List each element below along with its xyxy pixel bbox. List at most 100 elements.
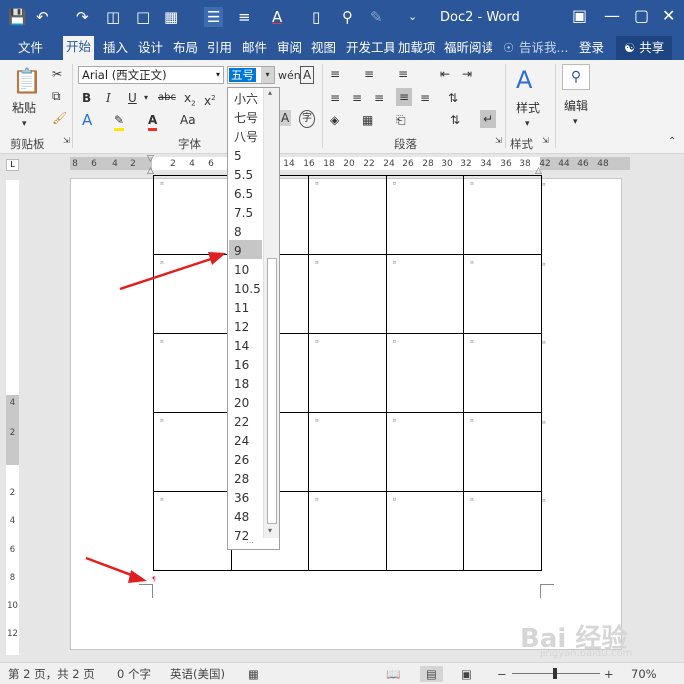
tab-review[interactable]: 审阅	[277, 39, 302, 57]
minimize-icon[interactable]: —	[604, 6, 620, 25]
tab-foxit[interactable]: 福昕阅读	[444, 39, 492, 57]
font-size-option[interactable]: 36	[234, 490, 249, 506]
multilevel-list-icon[interactable]: ≡	[398, 66, 408, 82]
font-color-icon[interactable]: A	[148, 112, 158, 131]
styles-icon[interactable]: A	[516, 66, 532, 94]
word-count[interactable]: 0 个字	[117, 666, 151, 682]
tab-layout[interactable]: 布局	[173, 39, 198, 57]
table-cell[interactable]: ¤	[463, 254, 542, 334]
paste-icon[interactable]: 📋	[12, 68, 42, 94]
bullets-icon[interactable]: ≡	[330, 66, 340, 82]
table-cell[interactable]: ¤	[463, 491, 542, 571]
table-cell[interactable]: ¤	[385, 412, 464, 492]
font-size-option[interactable]: 5	[234, 148, 242, 164]
enclose-char-icon[interactable]: 字	[299, 110, 315, 128]
align-right-icon[interactable]: ≡	[374, 90, 384, 106]
page-count[interactable]: 第 2 页，共 2 页	[8, 666, 95, 682]
zoom-in-icon[interactable]: +	[604, 666, 614, 682]
language[interactable]: 英语(美国)	[170, 666, 225, 682]
font-size-option[interactable]: 11	[234, 300, 249, 316]
tab-file[interactable]: 文件	[18, 39, 43, 57]
char-border-icon[interactable]: A	[300, 66, 315, 84]
scroll-up-icon[interactable]: ▴	[268, 88, 272, 97]
table-cell[interactable]: ¤	[153, 333, 232, 413]
table-cell[interactable]: ¤	[308, 491, 387, 571]
table-cell[interactable]: ¤	[153, 412, 232, 492]
change-case-icon[interactable]: Aa	[180, 112, 196, 128]
superscript-icon[interactable]: x2	[204, 90, 216, 109]
zoom-out-icon[interactable]: −	[497, 666, 507, 682]
scrollbar[interactable]: ▴ ▾	[263, 88, 279, 538]
font-size-dropdown-list[interactable]: 小六 七号 八号 5 5.5 6.5 7.5 8 9 10 10.5 11 12 14 16 18 20 22 24…	[227, 87, 280, 550]
table-cell[interactable]: ¤	[153, 254, 232, 334]
tab-references[interactable]: 引用	[207, 39, 232, 57]
resize-grip-icon[interactable]: ⋯	[246, 538, 254, 547]
table-cell[interactable]: ¤	[385, 333, 464, 413]
layout-icon[interactable]: ☰	[204, 7, 224, 27]
table-cell[interactable]: ¤	[385, 254, 464, 334]
underline-dropdown-icon[interactable]: ▾	[144, 90, 148, 106]
table-cell[interactable]: ¤	[153, 175, 232, 255]
login-link[interactable]: 登录	[579, 39, 604, 57]
font-size-value[interactable]: 五号	[229, 68, 256, 82]
align-center-icon[interactable]: ≡	[352, 90, 362, 106]
decrease-indent-icon[interactable]: ⇤	[440, 66, 450, 82]
font-size-option[interactable]: 7.5	[234, 205, 253, 221]
new-document-icon[interactable]: □	[136, 7, 150, 27]
font-size-combobox[interactable]: 五号 ▾	[227, 66, 275, 84]
table-cell[interactable]: ¤	[308, 175, 387, 255]
tab-mailings[interactable]: 邮件	[242, 39, 267, 57]
font-size-option[interactable]: 14	[234, 338, 249, 354]
font-color-icon[interactable]: A	[272, 7, 282, 27]
italic-icon[interactable]: I	[106, 90, 111, 106]
print-preview-icon[interactable]: ◫	[106, 7, 120, 27]
font-size-option[interactable]: 8	[234, 224, 242, 240]
web-layout-icon[interactable]: ▣	[461, 666, 472, 682]
chevron-down-icon[interactable]: ▾	[261, 67, 274, 83]
maximize-icon[interactable]: ▢	[634, 6, 649, 25]
styles-dropdown-icon[interactable]: ▾	[525, 116, 530, 132]
ribbon-display-icon[interactable]: ▣	[572, 6, 587, 25]
table-cell[interactable]: ¤	[308, 254, 387, 334]
tab-design[interactable]: 设计	[138, 39, 163, 57]
align-left-icon[interactable]: ≡	[330, 90, 340, 106]
font-size-option[interactable]: 48	[234, 509, 249, 525]
chevron-down-icon[interactable]: ▾	[216, 67, 220, 83]
font-size-option[interactable]: 24	[234, 433, 249, 449]
table-cell[interactable]: ¤	[463, 333, 542, 413]
font-size-option[interactable]: 八号	[234, 129, 258, 145]
tab-developer[interactable]: 开发工具	[346, 39, 394, 57]
borders-icon[interactable]: ▦	[362, 112, 373, 128]
undo-icon[interactable]: ↶	[36, 7, 49, 27]
sort-icon[interactable]: ⇅	[450, 112, 460, 128]
distributed-icon[interactable]: ≡	[420, 90, 430, 106]
copy-icon[interactable]: ⧉	[52, 88, 61, 104]
styles-label[interactable]: 样式	[516, 100, 540, 116]
tab-view[interactable]: 视图	[311, 39, 336, 57]
tab-home[interactable]: 开始	[63, 36, 95, 60]
increase-indent-icon[interactable]: ⇥	[462, 66, 472, 82]
editing-dropdown-icon[interactable]: ▾	[573, 114, 578, 130]
pen-icon[interactable]: ✎	[370, 7, 383, 27]
strikethrough-icon[interactable]: abc	[158, 90, 176, 106]
font-size-option[interactable]: 20	[234, 395, 249, 411]
tab-selector-icon[interactable]: L	[6, 159, 19, 171]
font-size-option[interactable]: 5.5	[234, 167, 253, 183]
table-cell[interactable]: ¤	[153, 491, 232, 571]
redo-icon[interactable]: ↷	[76, 7, 89, 27]
dialog-launcher-icon[interactable]: ⇲	[495, 136, 502, 145]
customize-icon[interactable]: ⌄	[408, 7, 417, 27]
table-cell[interactable]: ¤	[308, 333, 387, 413]
cut-icon[interactable]: ✂	[52, 66, 62, 82]
subscript-icon[interactable]: x2	[184, 90, 196, 111]
paste-label[interactable]: 粘贴	[12, 100, 36, 116]
zoom-level[interactable]: 70%	[631, 666, 657, 682]
scrollbar-thumb[interactable]	[267, 258, 277, 524]
columns-icon[interactable]: ▯	[312, 7, 320, 27]
dialog-launcher-icon[interactable]: ⇲	[63, 136, 70, 145]
font-size-option[interactable]: 18	[234, 376, 249, 392]
tab-addins[interactable]: 加载项	[398, 39, 436, 57]
font-size-option[interactable]: 22	[234, 414, 249, 430]
font-size-option[interactable]: 七号	[234, 110, 258, 126]
table-row[interactable]: ¤¤¤¤¤	[153, 333, 542, 413]
